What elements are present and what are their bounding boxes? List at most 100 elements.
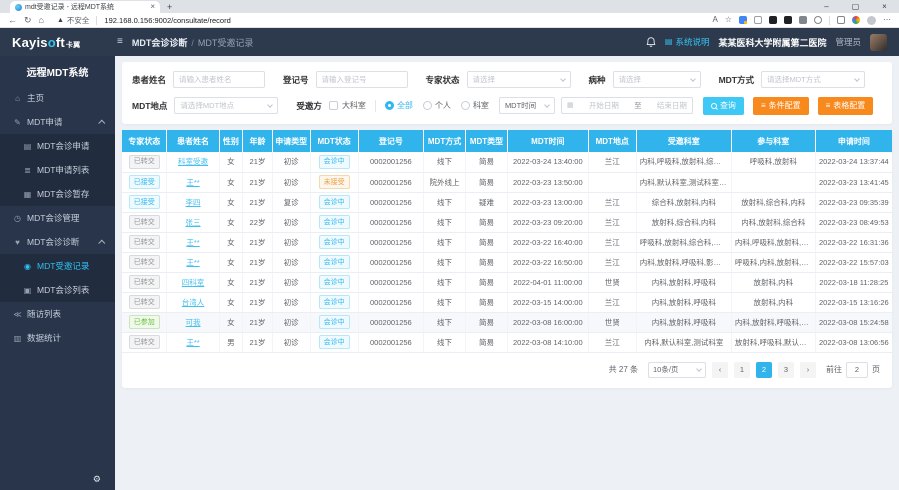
maximize-icon[interactable]: ▢ <box>841 0 870 13</box>
mdt-location-select[interactable]: 请选择MDT地点 <box>174 97 278 114</box>
table-cell: 会诊中 <box>310 212 358 232</box>
sidebar-item-mdt-consult-list[interactable]: ▣MDT会诊列表 <box>0 278 115 302</box>
browser-profile-avatar[interactable] <box>867 16 876 25</box>
time-field-select[interactable]: MDT时间 <box>499 97 555 114</box>
extension-icon[interactable] <box>739 16 747 24</box>
user-role[interactable]: 管理员 <box>835 36 861 48</box>
disease-select[interactable]: 请选择 <box>613 71 701 88</box>
table-row[interactable]: 已转交四科室女21岁初诊会诊中0002001256线下简易2022-04-01 … <box>122 272 892 292</box>
reload-icon[interactable]: ↻ <box>24 16 32 25</box>
browser-tab[interactable]: mdt受邀记录 - 远程MDT系统 × <box>10 1 160 13</box>
radio-dept-label[interactable]: 科室 <box>473 100 489 111</box>
table-cell: 线下 <box>424 232 466 252</box>
sidebar-collapse-icon[interactable]: ≡ <box>117 37 123 47</box>
patient-name-link[interactable]: 四科室 <box>182 278 205 287</box>
pagination: 共 27 条 10条/页 ‹ 123 › 前往 页 <box>122 353 892 388</box>
sidebar-item-mdt-consult-manage[interactable]: ◷MDT会诊管理 <box>0 206 115 230</box>
table-row[interactable]: 已接受王**女21岁初诊未接受0002001256院外线上简易2022-03-2… <box>122 172 892 192</box>
system-help-link[interactable]: ▤ 系统说明 <box>665 36 710 48</box>
radio-personal[interactable] <box>423 101 432 110</box>
user-avatar[interactable] <box>870 34 887 51</box>
patient-name-link[interactable]: 李四 <box>186 198 201 207</box>
sidebar-item-data-stats[interactable]: ▥数据统计 <box>0 326 115 350</box>
site-security-chip[interactable]: ▲ 不安全 <box>57 15 89 26</box>
table-row[interactable]: 已转交王**女21岁初诊会诊中0002001256线下简易2022-03-22 … <box>122 232 892 252</box>
table-row[interactable]: 已接受李四女21岁复诊会诊中0002001256线下疑难2022-03-23 1… <box>122 192 892 212</box>
condition-config-label: 条件配置 <box>769 100 801 111</box>
browser-home-icon[interactable]: ⌂ <box>39 16 44 25</box>
patient-name-link[interactable]: 台湾人 <box>182 298 205 307</box>
new-tab-button[interactable]: + <box>167 3 172 12</box>
sidebar-item-mdt-consult-diagnose[interactable]: ♥MDT会诊诊断 <box>0 230 115 254</box>
patient-name-link[interactable]: 张三 <box>186 218 201 227</box>
extension-icon[interactable] <box>814 16 822 24</box>
patient-name-input[interactable] <box>173 71 265 88</box>
table-cell: 内科,放射科,呼吸科,影像科 <box>636 252 731 272</box>
table-cell: 已转交 <box>122 212 167 232</box>
sidebar: 远程MDT系统 ⌂主页✎MDT申请▤MDT会诊申请≣MDT申请列表▦MDT会诊暂… <box>0 56 115 490</box>
extension-icon[interactable] <box>754 16 762 24</box>
patient-name-link[interactable]: 王** <box>186 338 199 347</box>
split-screen-icon[interactable] <box>837 16 845 24</box>
table-row[interactable]: 已转交王**男21岁初诊会诊中0002001256线下简易2022-03-08 … <box>122 332 892 352</box>
close-icon[interactable]: × <box>870 0 899 13</box>
date-range-picker[interactable]: ▦ 开始日期 至 结束日期 <box>561 97 693 114</box>
table-row[interactable]: 已参加可我女21岁初诊会诊中0002001256线下简易2022-03-08 1… <box>122 312 892 332</box>
table-row[interactable]: 已转交张三女22岁初诊会诊中0002001256线下简易2022-03-23 0… <box>122 212 892 232</box>
patient-name-link[interactable]: 王** <box>186 178 199 187</box>
sidebar-item-mdt-apply[interactable]: ✎MDT申请 <box>0 110 115 134</box>
patient-name-link[interactable]: 科室受邀 <box>178 157 208 166</box>
prev-page-button[interactable]: ‹ <box>712 362 728 378</box>
extension-icon[interactable] <box>784 16 792 24</box>
sidebar-item-followup-list[interactable]: ≪随访列表 <box>0 302 115 326</box>
browser-menu-icon[interactable]: ⋯ <box>883 16 891 24</box>
radio-all[interactable] <box>385 101 394 110</box>
mdt-mode-select[interactable]: 请选择MDT方式 <box>761 71 865 88</box>
status-badge: 已接受 <box>129 195 160 209</box>
extension-icon[interactable] <box>852 16 860 24</box>
table-cell: 会诊中 <box>310 312 358 332</box>
radio-dept[interactable] <box>461 101 470 110</box>
table-cell: 已接受 <box>122 192 167 212</box>
page-button-3[interactable]: 3 <box>778 362 794 378</box>
page-size-select[interactable]: 10条/页 <box>648 362 706 378</box>
patient-name-link[interactable]: 王** <box>186 258 199 267</box>
pagination-total: 共 27 条 <box>609 364 638 375</box>
dept-checkbox-label[interactable]: 大科室 <box>342 100 366 111</box>
extension-icon[interactable] <box>799 16 807 24</box>
gear-icon[interactable]: ⚙ <box>93 474 101 485</box>
minimize-icon[interactable]: – <box>812 0 841 13</box>
bell-icon[interactable] <box>646 37 656 47</box>
next-page-button[interactable]: › <box>800 362 816 378</box>
table-config-button[interactable]: ≡ 表格配置 <box>818 97 874 115</box>
page-button-2[interactable]: 2 <box>756 362 772 378</box>
condition-config-button[interactable]: ≡ 条件配置 <box>753 97 809 115</box>
goto-label: 前往 <box>826 364 842 375</box>
sidebar-item-mdt-invite-record[interactable]: ◉MDT受邀记录 <box>0 254 115 278</box>
url-text[interactable]: 192.168.0.156:9002/consultate/record <box>104 16 230 25</box>
table-row[interactable]: 已转交王**女21岁初诊会诊中0002001256线下简易2022-03-22 … <box>122 252 892 272</box>
tab-close-icon[interactable]: × <box>150 3 155 11</box>
sidebar-item-home[interactable]: ⌂主页 <box>0 86 115 110</box>
back-icon[interactable]: ← <box>8 16 17 25</box>
dept-checkbox[interactable] <box>329 101 338 110</box>
extension-icon[interactable] <box>769 16 777 24</box>
breadcrumb-parent[interactable]: MDT会诊诊断 <box>132 38 188 48</box>
search-button[interactable]: 查询 <box>703 97 744 115</box>
table-row[interactable]: 已转交台湾人女21岁初诊会诊中0002001256线下简易2022-03-15 … <box>122 292 892 312</box>
patient-name-link[interactable]: 可我 <box>186 318 201 327</box>
sidebar-item-mdt-apply-list[interactable]: ≣MDT申请列表 <box>0 158 115 182</box>
register-no-input[interactable] <box>316 71 408 88</box>
table-row[interactable]: 已转交科室受邀女21岁初诊会诊中0002001256线下简易2022-03-24… <box>122 152 892 172</box>
page-button-1[interactable]: 1 <box>734 362 750 378</box>
expert-status-select[interactable]: 请选择 <box>467 71 571 88</box>
read-aloud-icon[interactable]: A <box>712 16 717 24</box>
goto-page-input[interactable] <box>846 362 868 378</box>
sidebar-item-mdt-consult-draft[interactable]: ▦MDT会诊暂存 <box>0 182 115 206</box>
sidebar-item-mdt-consult-apply[interactable]: ▤MDT会诊申请 <box>0 134 115 158</box>
radio-all-label[interactable]: 全部 <box>397 100 413 111</box>
favorite-star-icon[interactable]: ☆ <box>725 16 732 24</box>
patient-name-link[interactable]: 王** <box>186 238 199 247</box>
table-cell: 线下 <box>424 212 466 232</box>
radio-personal-label[interactable]: 个人 <box>435 100 451 111</box>
